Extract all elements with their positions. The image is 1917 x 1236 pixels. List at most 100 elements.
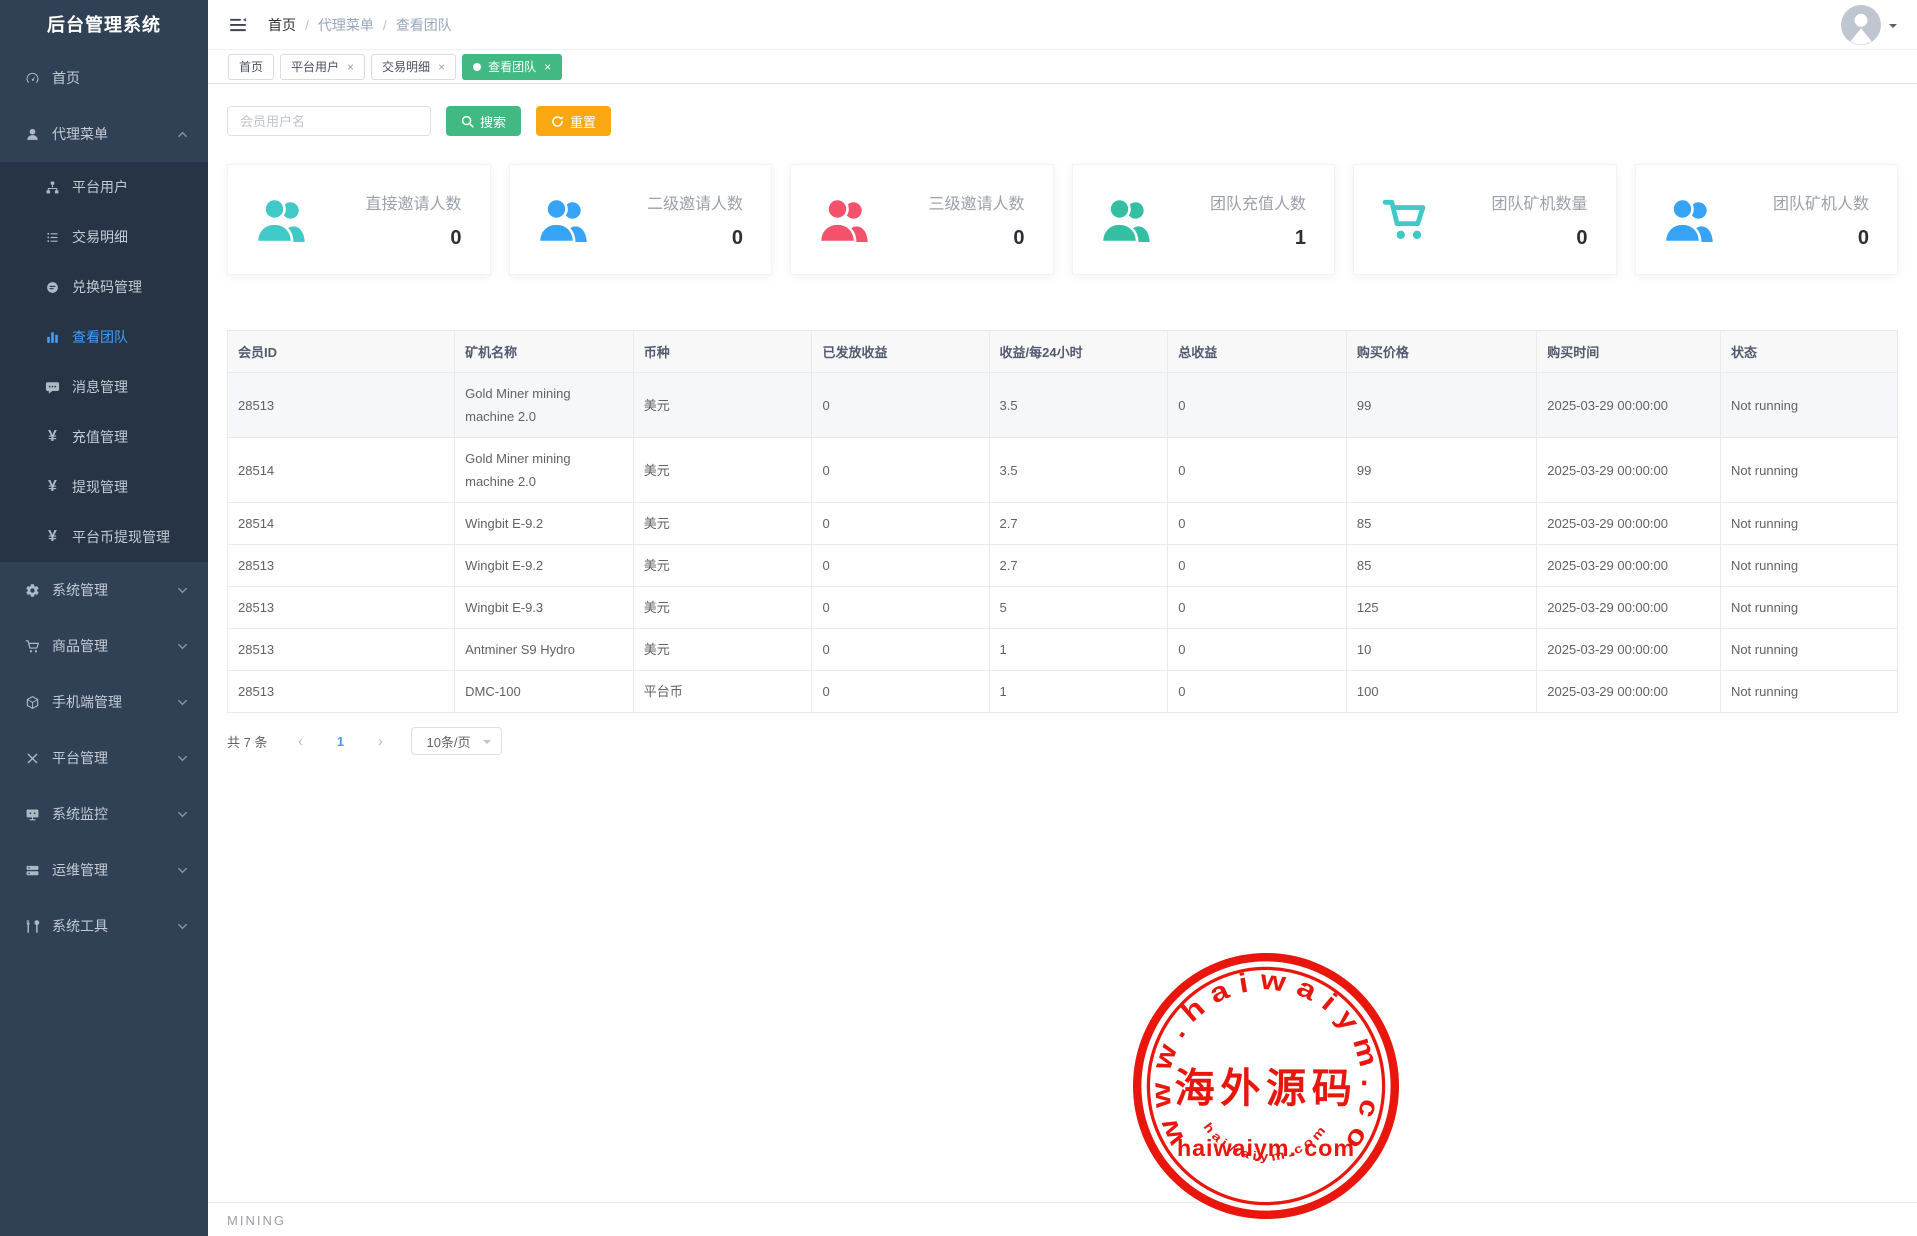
sidebar-item-withdraw-management[interactable]: ¥ 提现管理 bbox=[0, 462, 208, 512]
server-icon bbox=[24, 862, 41, 879]
sidebar-collapse-icon[interactable] bbox=[228, 15, 248, 35]
sidebar-item-label: 提现管理 bbox=[72, 477, 128, 497]
table-row: 28513Gold Miner mining machine 2.0美元03.5… bbox=[228, 373, 1898, 438]
sidebar-nav: 首页代理菜单平台用户交易明细兑换码管理查看团队消息管理¥充值管理 ¥ 提现管理 ¥ 平台… bbox=[0, 50, 208, 954]
breadcrumb-home[interactable]: 首页 bbox=[268, 15, 296, 35]
table-cell: 0 bbox=[812, 503, 989, 545]
search-toolbar: 搜索 重置 bbox=[227, 106, 1898, 136]
sidebar-item-label: 系统监控 bbox=[52, 804, 108, 824]
table-cell: Not running bbox=[1720, 503, 1897, 545]
column-header: 会员ID bbox=[228, 331, 455, 373]
table-cell: 0 bbox=[1168, 373, 1347, 438]
column-header: 币种 bbox=[633, 331, 812, 373]
table-cell: 28513 bbox=[228, 671, 455, 713]
stat-value: 1 bbox=[1210, 227, 1306, 250]
table-cell: 85 bbox=[1346, 503, 1536, 545]
sidebar-item-platform-users[interactable]: 平台用户 bbox=[0, 162, 208, 212]
main-area: 首页 / 代理菜单 / 查看团队 首页平台用户×交易明细×查看团队× 搜索 重置 bbox=[208, 0, 1917, 1236]
tab-close-icon[interactable]: × bbox=[438, 60, 445, 74]
table-cell: 99 bbox=[1346, 373, 1536, 438]
sidebar-item-system-monitor[interactable]: 系统监控 bbox=[0, 786, 208, 842]
table-cell: 0 bbox=[812, 671, 989, 713]
refresh-icon bbox=[551, 115, 564, 128]
list-icon bbox=[44, 229, 61, 246]
users-icon bbox=[1664, 196, 1716, 244]
stamp-bottom-text: haiwaiym.com bbox=[1201, 1120, 1331, 1164]
tab-platform-users[interactable]: 平台用户× bbox=[280, 54, 365, 80]
table-cell: 2.7 bbox=[989, 545, 1168, 587]
table-cell: 99 bbox=[1346, 438, 1536, 503]
table-cell: 美元 bbox=[633, 438, 812, 503]
sidebar-item-agent-menu[interactable]: 代理菜单 bbox=[0, 106, 208, 162]
users-icon bbox=[819, 196, 871, 244]
cart-icon bbox=[1382, 198, 1432, 242]
tab-close-icon[interactable]: × bbox=[544, 60, 551, 74]
sidebar-item-message-management[interactable]: 消息管理 bbox=[0, 362, 208, 412]
stamp-domain-text: haiwaiym. com bbox=[1177, 1135, 1355, 1161]
table-cell: 28513 bbox=[228, 629, 455, 671]
yen-icon: ¥ bbox=[44, 479, 61, 496]
table-cell: 美元 bbox=[633, 503, 812, 545]
tab-close-icon[interactable]: × bbox=[347, 60, 354, 74]
yen-icon: ¥ bbox=[44, 529, 61, 546]
table-cell: 28514 bbox=[228, 503, 455, 545]
sidebar-item-label: 手机端管理 bbox=[52, 692, 122, 712]
table-row: 28513Wingbit E-9.3美元0501252025-03-29 00:… bbox=[228, 587, 1898, 629]
tools-icon bbox=[24, 750, 41, 767]
stat-card-level2-invites: 二级邀请人数0 bbox=[509, 164, 773, 275]
sidebar-item-home[interactable]: 首页 bbox=[0, 50, 208, 106]
sidebar-item-platform-management[interactable]: 平台管理 bbox=[0, 730, 208, 786]
table-header-row: 会员ID矿机名称币种已发放收益收益/每24小时总收益购买价格购买时间状态 bbox=[228, 331, 1898, 373]
sidebar-item-label: 系统管理 bbox=[52, 580, 108, 600]
reset-button[interactable]: 重置 bbox=[536, 106, 611, 136]
pagination: 共 7 条 ‹ 1 › 10条/页 bbox=[227, 727, 1898, 755]
avatar[interactable] bbox=[1841, 5, 1881, 45]
table-cell: 美元 bbox=[633, 629, 812, 671]
member-username-input[interactable] bbox=[227, 106, 431, 136]
chevron-down-icon bbox=[177, 921, 188, 932]
sidebar-item-redeem-code-management[interactable]: 兑换码管理 bbox=[0, 262, 208, 312]
tab-transaction-details[interactable]: 交易明细× bbox=[371, 54, 456, 80]
sidebar-item-mobile-management[interactable]: 手机端管理 bbox=[0, 674, 208, 730]
tabs-bar: 首页平台用户×交易明细×查看团队× bbox=[208, 50, 1917, 84]
table-cell: 3.5 bbox=[989, 438, 1168, 503]
tab-view-team[interactable]: 查看团队× bbox=[462, 54, 562, 80]
user-menu-caret-icon[interactable] bbox=[1889, 24, 1897, 32]
table-cell: Wingbit E-9.2 bbox=[455, 503, 634, 545]
table-cell: Not running bbox=[1720, 629, 1897, 671]
stat-label: 团队矿机数量 bbox=[1491, 190, 1587, 214]
sidebar-item-system-management[interactable]: 系统管理 bbox=[0, 562, 208, 618]
sidebar-item-transaction-details[interactable]: 交易明细 bbox=[0, 212, 208, 262]
breadcrumb-separator: / bbox=[305, 17, 309, 33]
table-cell: Wingbit E-9.3 bbox=[455, 587, 634, 629]
search-button[interactable]: 搜索 bbox=[446, 106, 521, 136]
user-icon bbox=[24, 126, 41, 143]
sidebar-item-label: 商品管理 bbox=[52, 636, 108, 656]
stat-label: 直接邀请人数 bbox=[365, 190, 461, 214]
sidebar-item-platform-coin-withdraw[interactable]: ¥ 平台币提现管理 bbox=[0, 512, 208, 562]
table-cell: 0 bbox=[1168, 503, 1347, 545]
pagination-prev-button[interactable]: ‹ bbox=[285, 727, 315, 755]
sidebar-item-recharge-management[interactable]: ¥充值管理 bbox=[0, 412, 208, 462]
pagination-page-1[interactable]: 1 bbox=[325, 727, 355, 755]
sidebar-item-label: 运维管理 bbox=[52, 860, 108, 880]
table-cell: 0 bbox=[1168, 438, 1347, 503]
pagination-next-button[interactable]: › bbox=[365, 727, 395, 755]
sidebar-item-label: 平台币提现管理 bbox=[72, 527, 170, 547]
sidebar-item-goods-management[interactable]: 商品管理 bbox=[0, 618, 208, 674]
table-cell: 0 bbox=[812, 629, 989, 671]
tab-home[interactable]: 首页 bbox=[228, 54, 274, 80]
sidebar-item-system-tools[interactable]: 系统工具 bbox=[0, 898, 208, 954]
sidebar-item-view-team[interactable]: 查看团队 bbox=[0, 312, 208, 362]
sidebar-item-ops-management[interactable]: 运维管理 bbox=[0, 842, 208, 898]
reset-button-label: 重置 bbox=[570, 112, 596, 131]
sidebar-item-label: 查看团队 bbox=[72, 327, 128, 347]
page-footer: MINING bbox=[208, 1202, 1917, 1236]
page-size-select[interactable]: 10条/页 bbox=[411, 727, 501, 755]
table-cell: 0 bbox=[1168, 545, 1347, 587]
sidebar-item-label: 平台管理 bbox=[52, 748, 108, 768]
stamp-center-text: 海外源码 bbox=[1175, 1065, 1358, 1112]
users-icon bbox=[538, 196, 590, 244]
stat-card-team-miner-count: 团队矿机数量0 bbox=[1353, 164, 1617, 275]
svg-text:www.haiwaiym.com: www.haiwaiym.com bbox=[1126, 946, 1387, 1163]
